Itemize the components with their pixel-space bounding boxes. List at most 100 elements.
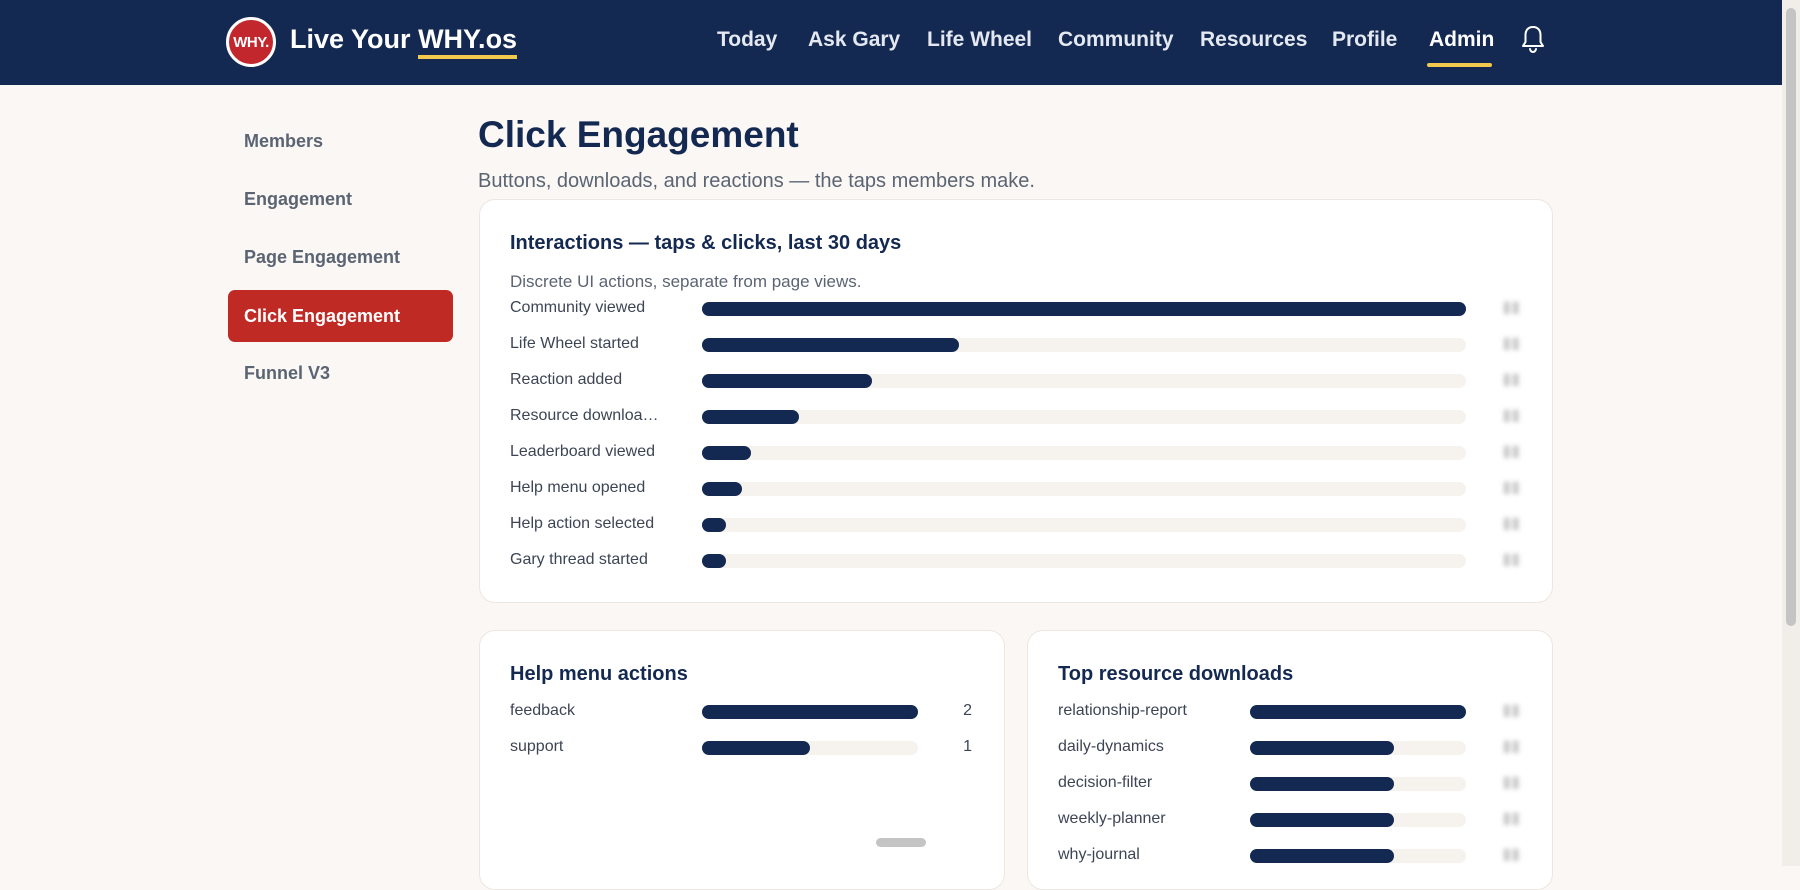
help-action-bar-track	[702, 741, 918, 755]
interaction-label: Leaderboard viewed	[510, 443, 655, 460]
resource-download-bar-fill	[1250, 705, 1466, 719]
resource-download-value: ▮▮	[1497, 702, 1520, 719]
resource-download-row: decision-filter ▮▮	[1058, 773, 1528, 793]
resource-download-row: relationship-report ▮▮	[1058, 701, 1528, 721]
interaction-row: Help action selected ▮▮	[510, 514, 1520, 534]
interaction-bar-track	[702, 446, 1466, 460]
nav-profile[interactable]: Profile	[1332, 28, 1397, 52]
sidebar-item-click-engagement[interactable]: Click Engagement	[228, 290, 453, 342]
resource-download-value: ▮▮	[1497, 846, 1520, 863]
resource-download-bar-track	[1250, 705, 1466, 719]
interaction-value: ▮▮	[1497, 479, 1520, 496]
interaction-label: Help menu opened	[510, 479, 646, 496]
help-action-bar-track	[702, 705, 918, 719]
page-subtitle: Buttons, downloads, and reactions — the …	[478, 170, 1035, 192]
brand-name[interactable]: Live Your WHY.os	[290, 24, 518, 59]
resource-download-value: ▮▮	[1497, 774, 1520, 791]
resource-download-bar-fill	[1250, 813, 1395, 827]
interaction-bar-track	[702, 482, 1466, 496]
interaction-value: ▮▮	[1497, 407, 1520, 424]
nav-admin[interactable]: Admin	[1429, 28, 1494, 52]
brand-name-prefix: Live Your	[290, 24, 411, 54]
interaction-value: ▮▮	[1497, 335, 1520, 352]
resource-download-bar-track	[1250, 741, 1466, 755]
interaction-value: ▮▮	[1497, 371, 1520, 388]
interactions-card-title: Interactions — taps & clicks, last 30 da…	[510, 232, 902, 254]
interaction-bar-fill	[702, 554, 727, 568]
sidebar-item-funnel-v3[interactable]: Funnel V3	[228, 347, 453, 399]
resource-download-label: decision-filter	[1058, 774, 1153, 791]
interaction-row: Help menu opened ▮▮	[510, 478, 1520, 498]
interaction-bar-track	[702, 302, 1466, 316]
resource-download-bar-track	[1250, 777, 1466, 791]
interaction-value: ▮▮	[1497, 551, 1520, 568]
interaction-value: ▮▮	[1497, 515, 1520, 532]
help-action-row: support 1	[510, 737, 980, 757]
resource-download-bar-fill	[1250, 849, 1395, 863]
interaction-bar-track	[702, 338, 1466, 352]
interaction-bar-track	[702, 554, 1466, 568]
interaction-bar-track	[702, 518, 1466, 532]
help-action-row: feedback 2	[510, 701, 980, 721]
help-action-label: feedback	[510, 702, 575, 719]
nav-active-indicator	[1427, 63, 1492, 67]
interaction-row: Reaction added ▮▮	[510, 370, 1520, 390]
interaction-label: Community viewed	[510, 299, 646, 316]
interaction-bar-fill	[702, 374, 872, 388]
interaction-row: Resource downloa… ▮▮	[510, 406, 1520, 426]
resource-download-row: weekly-planner ▮▮	[1058, 809, 1528, 829]
resource-download-bar-fill	[1250, 777, 1395, 791]
interaction-bar-fill	[702, 302, 1466, 316]
interactions-card: Interactions — taps & clicks, last 30 da…	[479, 199, 1553, 603]
help-action-value: 1	[963, 738, 972, 755]
resource-download-label: weekly-planner	[1058, 810, 1166, 827]
card-scroll-handle[interactable]	[876, 838, 926, 847]
resource-download-row: daily-dynamics ▮▮	[1058, 737, 1528, 757]
help-action-label: support	[510, 738, 564, 755]
resource-download-label: why-journal	[1058, 846, 1140, 863]
resource-download-bar-track	[1250, 813, 1466, 827]
nav-today[interactable]: Today	[717, 28, 777, 52]
interaction-row: Life Wheel started ▮▮	[510, 334, 1520, 354]
brand-logo-badge[interactable]: WHY.	[226, 17, 276, 67]
nav-resources[interactable]: Resources	[1200, 28, 1307, 52]
interaction-value: ▮▮	[1497, 443, 1520, 460]
nav-life-wheel[interactable]: Life Wheel	[927, 28, 1032, 52]
interaction-bar-fill	[702, 518, 727, 532]
page-scrollbar-thumb[interactable]	[1786, 8, 1796, 626]
sidebar-item-page-engagement[interactable]: Page Engagement	[228, 231, 453, 283]
help-action-bar-fill	[702, 741, 810, 755]
interaction-label: Resource downloa…	[510, 407, 659, 424]
nav-ask-gary[interactable]: Ask Gary	[808, 28, 900, 52]
interaction-bar-fill	[702, 446, 751, 460]
resource-download-bar-track	[1250, 849, 1466, 863]
resource-download-label: daily-dynamics	[1058, 738, 1164, 755]
interaction-label: Life Wheel started	[510, 335, 639, 352]
help-action-value: 2	[963, 702, 972, 719]
interaction-row: Community viewed ▮▮	[510, 298, 1520, 318]
bell-icon[interactable]	[1520, 24, 1546, 54]
sidebar-item-engagement[interactable]: Engagement	[228, 173, 453, 225]
nav-community[interactable]: Community	[1058, 28, 1174, 52]
interactions-card-description: Discrete UI actions, separate from page …	[510, 272, 862, 291]
page-title: Click Engagement	[478, 114, 799, 155]
resource-download-bar-fill	[1250, 741, 1395, 755]
interaction-label: Help action selected	[510, 515, 655, 532]
help-menu-actions-card: Help menu actions feedback 2 support 1	[479, 630, 1005, 890]
interaction-label: Reaction added	[510, 371, 623, 388]
top-nav-bar: WHY. Live Your WHY.os Today Ask Gary Lif…	[0, 0, 1782, 85]
brand-name-os: WHY.os	[418, 24, 518, 59]
interaction-bar-track	[702, 374, 1466, 388]
help-menu-actions-title: Help menu actions	[510, 663, 688, 685]
interaction-value: ▮▮	[1497, 299, 1520, 316]
help-action-bar-fill	[702, 705, 918, 719]
resource-download-value: ▮▮	[1497, 810, 1520, 827]
interaction-row: Gary thread started ▮▮	[510, 550, 1520, 570]
interaction-bar-track	[702, 410, 1466, 424]
resource-downloads-title: Top resource downloads	[1058, 663, 1294, 685]
sidebar-item-members[interactable]: Members	[228, 115, 453, 167]
resource-download-row: why-journal ▮▮	[1058, 845, 1528, 865]
interaction-bar-fill	[702, 338, 960, 352]
resource-downloads-card: Top resource downloads relationship-repo…	[1027, 630, 1553, 890]
interaction-bar-fill	[702, 482, 743, 496]
